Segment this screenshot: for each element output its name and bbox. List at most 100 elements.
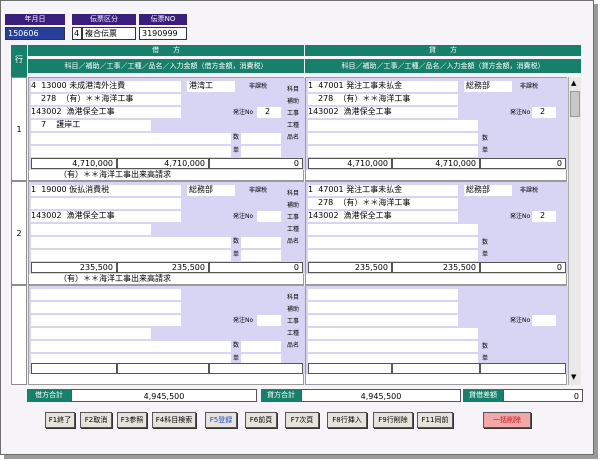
debit-qty-input[interactable] [241, 133, 281, 144]
debit-input-amount[interactable] [31, 363, 117, 374]
debit-hojo-input[interactable] [31, 302, 181, 313]
credit-kamoku-sub[interactable]: 47001 [318, 81, 343, 90]
credit-hojo-code[interactable]: 278 [318, 94, 333, 103]
debit-koji-code[interactable]: 143002 [31, 211, 62, 220]
label-koshu: 工種 [287, 330, 300, 337]
type-name-field: 複合伝票 [82, 27, 136, 40]
credit-kamoku-code[interactable]: 1 [308, 81, 313, 90]
scroll-thumb[interactable] [570, 91, 580, 117]
credit-koji-input[interactable] [308, 315, 458, 326]
vertical-scrollbar[interactable]: ▲ ▼ [568, 77, 581, 385]
f3-reference-button[interactable]: F3参照 [117, 412, 147, 428]
date-label: 年月日 [5, 14, 65, 25]
debit-order-no[interactable]: 2 [257, 107, 281, 118]
debit-koshu-name: 護岸工 [56, 120, 81, 129]
f6-prev-page-button[interactable]: F6前頁 [245, 412, 277, 428]
f11-copy-previous-button[interactable]: F11同前 [417, 412, 453, 428]
label-hasu: 発注No [233, 317, 254, 324]
f1-exit-button[interactable]: F1終了 [45, 412, 75, 428]
debit-order-no[interactable] [257, 315, 281, 326]
debit-note-input[interactable] [31, 250, 231, 261]
credit-kamoku-input[interactable] [308, 289, 458, 300]
debit-hojo-input[interactable] [31, 198, 181, 209]
debit-koshu-input[interactable] [31, 224, 151, 235]
debit-kamoku-code[interactable]: 4 [31, 81, 36, 90]
debit-price-input[interactable] [241, 250, 281, 261]
debit-qty-input[interactable] [241, 341, 281, 352]
debit-tax-amount: 0 [209, 262, 303, 273]
f5-register-button[interactable]: F5登録 [205, 412, 237, 428]
credit-koshu-input[interactable] [308, 224, 478, 235]
credit-base-amount [392, 363, 480, 374]
credit-hinmei-input[interactable] [308, 237, 478, 248]
debit-price-input[interactable] [241, 146, 281, 157]
diff-label: 貸借差額 [463, 389, 503, 402]
credit-title: 貸 方 [305, 45, 581, 56]
label-hinmei: 品名 [287, 238, 300, 245]
credit-hojo-code[interactable]: 278 [318, 198, 333, 207]
credit-input-amount[interactable]: 4,710,000 [308, 158, 392, 169]
credit-kamoku-code[interactable]: 1 [308, 185, 313, 194]
credit-koji-code[interactable]: 143002 [308, 107, 339, 116]
debit-hinmei-input[interactable] [31, 133, 231, 144]
debit-koji-input[interactable] [31, 315, 181, 326]
debit-kamoku-name: 仮払消費税 [69, 185, 110, 194]
debit-total-label: 借方合計 [27, 389, 71, 402]
date-input[interactable]: 150606 [5, 27, 65, 40]
credit-koji-name: 漁港保全工事 [343, 107, 392, 116]
type-code-input[interactable]: 4 [72, 27, 82, 40]
scroll-down-icon[interactable]: ▼ [571, 373, 576, 381]
credit-note-input[interactable] [308, 250, 478, 261]
label-koji: 工事 [287, 214, 300, 221]
debit-hinmei-input[interactable] [31, 341, 231, 352]
credit-order-no[interactable]: 2 [532, 107, 556, 118]
row-number: 1 [11, 77, 27, 181]
credit-entry: 1 47001 発注工事未払金 総務部 非課税 278 （有）＊＊海洋工事 14… [305, 77, 568, 181]
bulk-delete-button[interactable]: 一括削除 [483, 412, 531, 428]
debit-order-no[interactable] [257, 211, 281, 222]
debit-qty-input[interactable] [241, 237, 281, 248]
debit-kamoku-sub[interactable]: 13000 [41, 81, 66, 90]
label-hasu: 発注No [510, 317, 531, 324]
credit-koshu-input[interactable] [308, 328, 478, 339]
debit-tax-type: 非課税 [249, 83, 268, 90]
debit-hinmei-input[interactable] [31, 237, 231, 248]
debit-note-input[interactable] [31, 146, 231, 157]
credit-order-no[interactable]: 2 [532, 211, 556, 222]
debit-input-amount[interactable]: 4,710,000 [31, 158, 117, 169]
debit-koshu-input[interactable] [31, 328, 151, 339]
credit-input-amount[interactable]: 235,500 [308, 262, 392, 273]
debit-kamoku-code[interactable]: 1 [31, 185, 36, 194]
debit-hojo-code[interactable]: 278 [41, 94, 56, 103]
label-su: 数 [482, 239, 489, 246]
credit-note-input[interactable] [308, 146, 478, 157]
f4-account-search-button[interactable]: F4科目検索 [152, 412, 196, 428]
debit-koji-code[interactable]: 143002 [31, 107, 62, 116]
debit-kamoku-sub[interactable]: 19000 [41, 185, 66, 194]
credit-tax-amount: 0 [480, 158, 566, 169]
f2-cancel-button[interactable]: F2取消 [80, 412, 112, 428]
credit-hojo-input[interactable] [308, 302, 458, 313]
credit-koshu-input[interactable] [308, 120, 478, 131]
credit-koji-name: 漁港保全工事 [343, 211, 392, 220]
no-label: 伝票NO [139, 14, 187, 25]
credit-hinmei-input[interactable] [308, 133, 478, 144]
debit-kamoku-input[interactable] [31, 289, 181, 300]
f8-insert-row-button[interactable]: F8行挿入 [327, 412, 367, 428]
debit-koshu-code[interactable]: 7 [41, 120, 46, 129]
credit-input-amount[interactable] [308, 363, 392, 374]
label-tan: 単 [233, 147, 240, 154]
credit-hinmei-input[interactable] [308, 341, 478, 352]
credit-kamoku-sub[interactable]: 47001 [318, 185, 343, 194]
f9-delete-row-button[interactable]: F9行削除 [373, 412, 413, 428]
label-koji: 工事 [287, 110, 300, 117]
f7-next-page-button[interactable]: F7次頁 [285, 412, 319, 428]
credit-order-no[interactable] [532, 315, 556, 326]
credit-koji-code[interactable]: 143002 [308, 211, 339, 220]
label-hojo: 補助 [287, 306, 300, 313]
scroll-up-icon[interactable]: ▲ [571, 79, 576, 87]
credit-tax-amount: 0 [480, 262, 566, 273]
debit-input-amount[interactable]: 235,500 [31, 262, 117, 273]
type-label: 伝票区分 [72, 14, 136, 25]
credit-dept: 総務部 [464, 185, 512, 196]
